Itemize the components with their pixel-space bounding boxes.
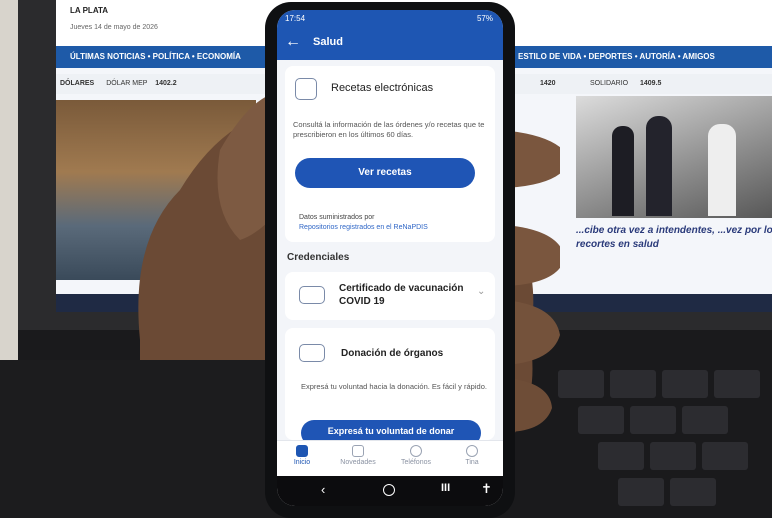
donacion-title: Donación de órganos [341,348,444,359]
news-city: LA PLATA [70,6,109,15]
keyboard-key [610,370,656,398]
nav-label: Tina [465,459,479,466]
person-figure [708,124,736,216]
status-bar: 17:54 57% [277,10,503,28]
system-navigation-bar: ‹ III ✝ [277,476,503,506]
keyboard-key [650,442,696,470]
status-battery: 57% [476,14,493,23]
keyboard-key [714,370,760,398]
keyboard-key [630,406,676,434]
accessibility-icon[interactable]: ✝ [481,481,492,497]
back-arrow-icon[interactable]: ← [285,33,301,51]
news-date: Jueves 14 de mayo de 2026 [70,24,158,31]
ticker-item: 1409.5 [640,80,662,87]
ver-recetas-button[interactable]: Ver recetas [295,158,475,188]
chevron-down-icon[interactable]: ⌄ [477,286,485,297]
app-bar: ← Salud [277,28,503,60]
person-figure [646,116,672,216]
source-label: Datos suministrados por [299,214,375,221]
bottom-navigation: Inicio Novedades Teléfonos Tina [277,440,503,477]
nav-label: Inicio [293,459,311,466]
home-nav-icon[interactable] [383,484,395,496]
donacion-description: Expresá tu voluntad hacia la donación. E… [301,382,487,391]
nav-tina[interactable]: Tina [447,443,497,466]
keyboard-key [558,370,604,398]
nav-label: Novedades [340,459,376,466]
vacunacion-title: Certificado de vacunación COVID 19 [339,283,464,307]
keyboard-key [578,406,624,434]
home-icon [296,445,308,457]
donacion-card: Donación de órganos Expresá tu voluntad … [285,328,495,446]
section-title-credenciales: Credenciales [287,252,350,263]
nav-inicio[interactable]: Inicio [277,443,327,466]
organ-card-icon [299,344,325,362]
keyboard-key [670,478,716,506]
keyboard-key [618,478,664,506]
nav-label: Teléfonos [401,459,431,466]
status-time: 17:54 [285,14,306,23]
phone-icon [410,445,422,457]
recetas-card: Recetas electrónicas Consultá la informa… [285,66,495,242]
prescription-icon [295,78,317,100]
jacket-sleeve [0,360,290,518]
ticker-item: SOLIDARIO [590,80,629,87]
source-link[interactable]: Repositorios registrados en el ReNaPDIS [299,224,428,231]
chat-icon [466,445,478,457]
nav-telefonos[interactable]: Teléfonos [391,443,441,466]
keyboard-key [662,370,708,398]
keyboard-key [682,406,728,434]
back-nav-icon[interactable]: ‹ [321,482,325,497]
recetas-title: Recetas electrónicas [331,82,434,94]
recetas-description: Consultá la información de las órdenes y… [293,120,485,139]
keyboard-key [702,442,748,470]
keyboard-key [598,442,644,470]
nav-novedades[interactable]: Novedades [333,443,383,466]
recents-nav-icon[interactable]: III [441,482,450,494]
phone-display: 17:54 57% ← Salud Recetas electrónicas C… [277,10,503,506]
app-bar-title: Salud [313,36,343,48]
news-icon [352,445,364,457]
vacunacion-card[interactable]: Certificado de vacunación COVID 19 ⌄ [285,272,495,320]
person-figure [612,126,634,216]
id-card-icon [299,286,325,304]
news-headline: ...cibe otra vez a intendentes, ...vez p… [576,225,772,250]
ticker-item: DÓLARES [60,80,95,87]
news-photo-people [576,96,772,218]
